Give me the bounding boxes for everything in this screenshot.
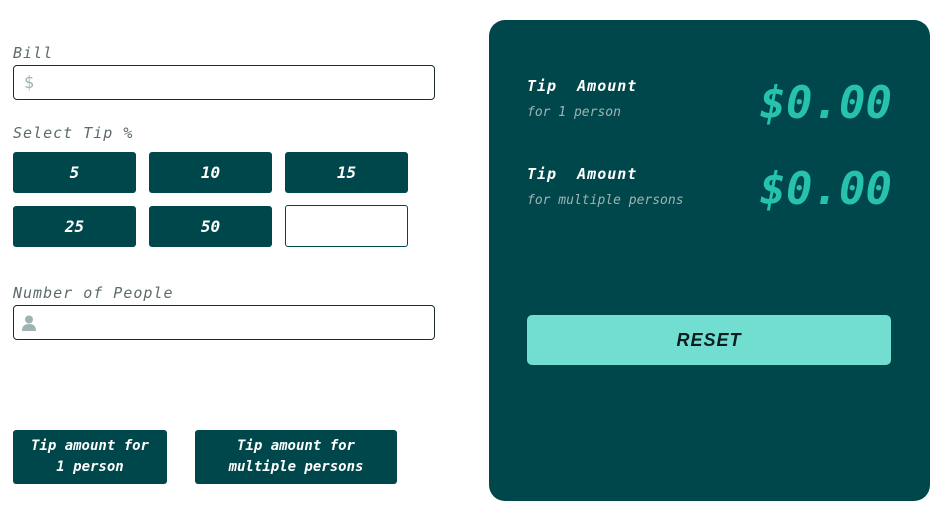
tip-button-10[interactable]: 10 (149, 152, 272, 193)
tip-amount-sub-2: for multiple persons (527, 193, 684, 208)
people-label: Number of People (13, 284, 174, 302)
tip-amount-value-2: $0.00 (759, 164, 892, 215)
select-tip-label: Select Tip % (13, 124, 134, 142)
people-field[interactable] (13, 305, 435, 340)
tip-one-person-button[interactable]: Tip amount for 1 person (13, 430, 167, 484)
tip-amount-title-1: Tip Amount (527, 77, 638, 95)
tip-calculator: Bill $ Select Tip % 5 10 15 25 50 Number… (0, 0, 938, 516)
tip-button-25[interactable]: 25 (13, 206, 136, 247)
tip-button-50[interactable]: 50 (149, 206, 272, 247)
tip-button-5[interactable]: 5 (13, 152, 136, 193)
dollar-icon: $ (23, 72, 35, 93)
tip-button-15[interactable]: 15 (285, 152, 408, 193)
custom-tip-input[interactable] (285, 205, 408, 247)
tip-multiple-persons-button[interactable]: Tip amount for multiple persons (195, 430, 397, 484)
reset-button[interactable]: RESET (527, 315, 891, 365)
results-panel: Tip Amount for 1 person $0.00 Tip Amount… (489, 20, 930, 501)
person-icon (14, 315, 44, 331)
tip-amount-title-2: Tip Amount (527, 165, 638, 183)
tip-amount-value-1: $0.00 (759, 78, 892, 129)
bill-field[interactable]: $ (13, 65, 435, 100)
tip-amount-sub-1: for 1 person (527, 105, 621, 120)
bill-input[interactable] (44, 66, 434, 99)
bill-label: Bill (13, 44, 54, 62)
people-input[interactable] (44, 306, 434, 339)
